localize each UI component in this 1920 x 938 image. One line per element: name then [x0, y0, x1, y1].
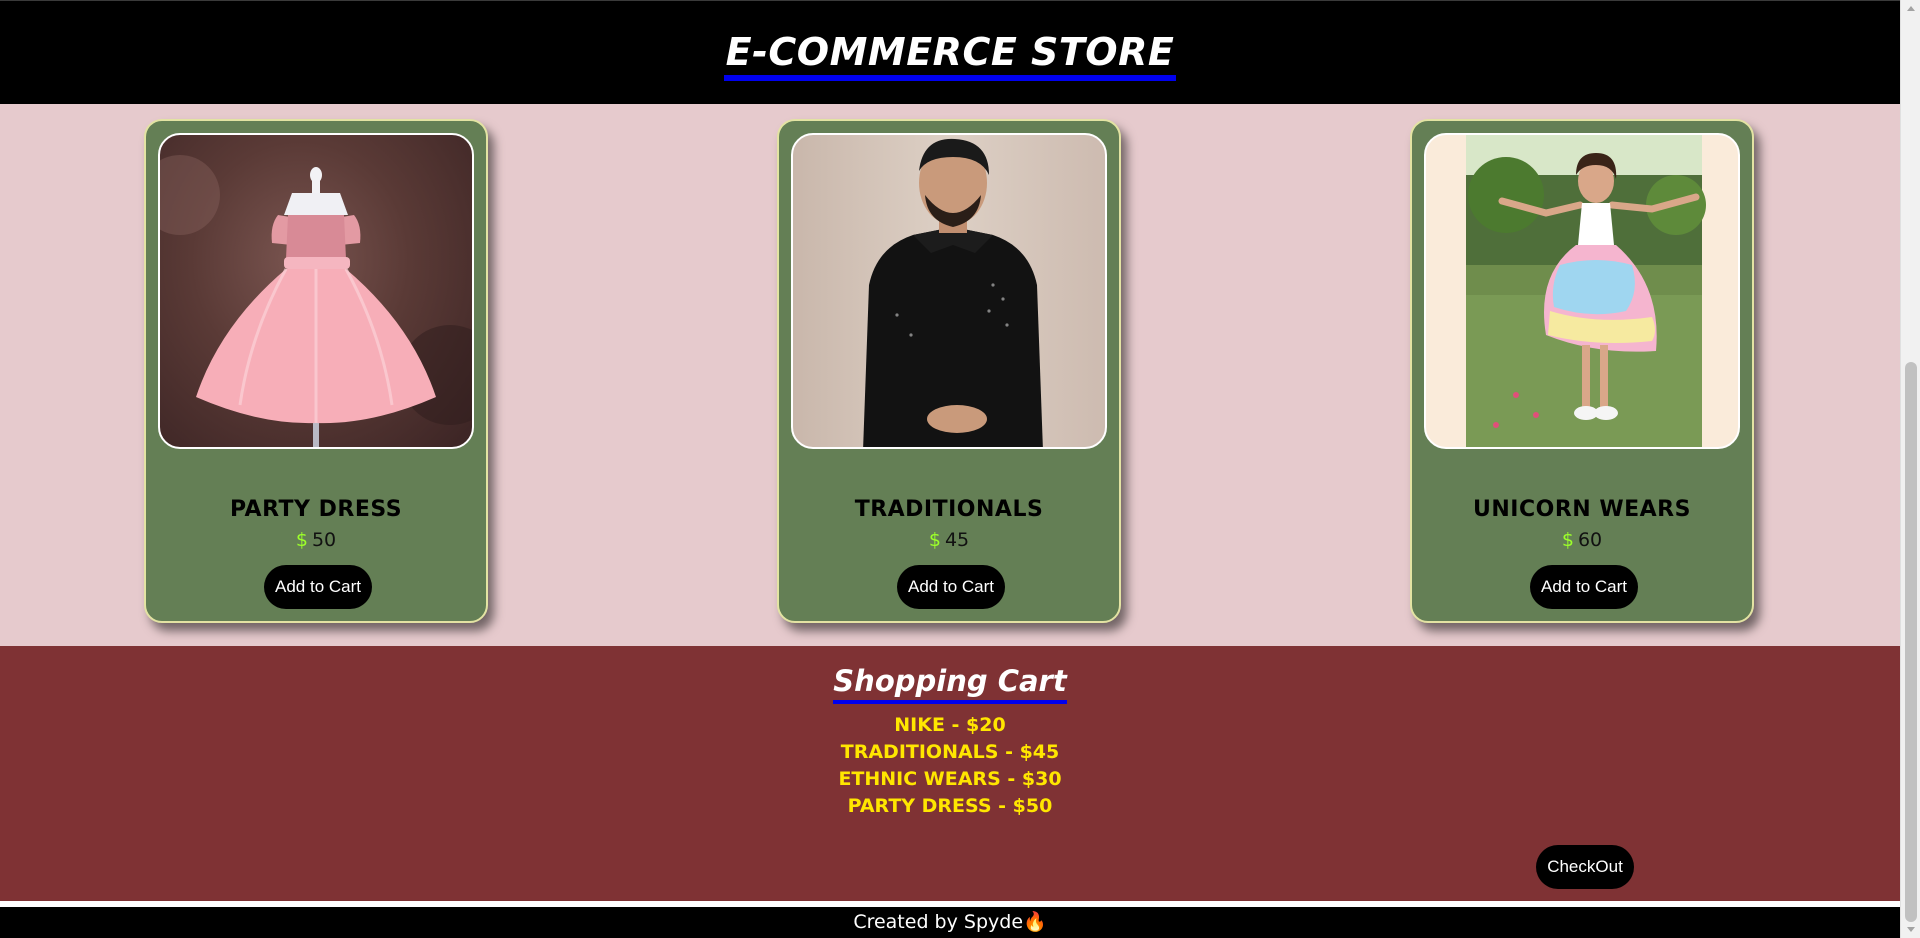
product-grid: PARTY DRESS $50 Add to Cart TRADITIONALS…: [0, 104, 1900, 646]
shopping-cart: Shopping Cart NIKE - $20 TRADITIONALS - …: [0, 646, 1900, 901]
vertical-scrollbar[interactable]: [1900, 0, 1920, 938]
product-price: $60: [1412, 529, 1752, 551]
price-value: 60: [1577, 529, 1603, 551]
checkout-button[interactable]: CheckOut: [1536, 845, 1634, 889]
party-dress-illustration: [160, 155, 472, 447]
store-title: E-COMMERCE STORE: [0, 29, 1900, 81]
product-card: PARTY DRESS $50 Add to Cart: [144, 119, 488, 623]
scrollbar-thumb[interactable]: [1905, 362, 1917, 922]
product-image-unicorn-wears: [1424, 133, 1740, 449]
product-card: UNICORN WEARS $60 Add to Cart: [1410, 119, 1754, 623]
cart-items-list: NIKE - $20 TRADITIONALS - $45 ETHNIC WEA…: [0, 712, 1900, 820]
add-to-cart-button[interactable]: Add to Cart: [1530, 565, 1638, 609]
page: E-COMMERCE STORE PARTY DRESS $ 50 Add to…: [0, 0, 1900, 938]
cart-item: TRADITIONALS - $45: [840, 741, 1060, 763]
add-to-cart-button[interactable]: Add to Cart: [264, 565, 372, 609]
currency-symbol: $: [928, 529, 941, 551]
traditionals-illustration: [863, 138, 1043, 447]
price-value: 50: [311, 529, 337, 551]
unicorn-wears-illustration: [1466, 135, 1706, 447]
price-value: 45: [944, 529, 970, 551]
product-price: $50: [146, 529, 486, 551]
product-image-party-dress: [158, 133, 474, 449]
cart-item: ETHNIC WEARS - $30: [838, 768, 1062, 790]
product-name: PARTY DRESS: [229, 497, 403, 522]
product-name: UNICORN WEARS: [1473, 497, 1691, 522]
currency-symbol: $: [295, 529, 308, 551]
site-header: E-COMMERCE STORE: [0, 0, 1900, 104]
product-price: $45: [779, 529, 1119, 551]
site-footer: Created by Spyde🔥: [0, 907, 1900, 938]
currency-symbol: $: [1561, 529, 1574, 551]
product-name: TRADITIONALS: [854, 497, 1044, 522]
scroll-down-arrow-icon[interactable]: [1907, 927, 1915, 932]
add-to-cart-button[interactable]: Add to Cart: [897, 565, 1005, 609]
cart-title: Shopping Cart: [0, 662, 1900, 704]
cart-item: PARTY DRESS - $50: [847, 795, 1053, 817]
product-image-traditionals: [791, 133, 1107, 449]
cart-item: NIKE - $20: [894, 714, 1006, 736]
product-card: TRADITIONALS $45 Add to Cart: [777, 119, 1121, 623]
scroll-up-arrow-icon[interactable]: [1907, 6, 1915, 11]
